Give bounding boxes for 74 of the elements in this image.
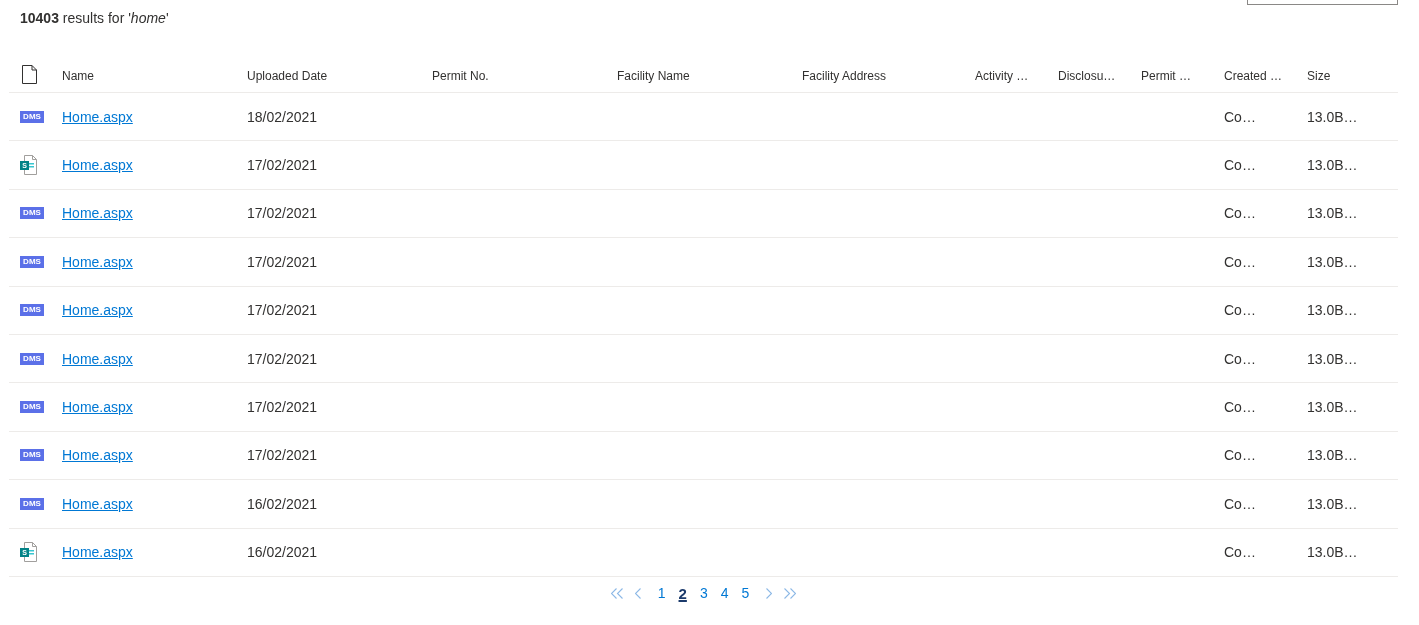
uploaded-date-cell: 18/02/2021: [247, 108, 318, 125]
column-header[interactable]: Activity …: [975, 68, 1029, 83]
dms-file-icon: DMS: [20, 255, 44, 268]
previous-page-button[interactable]: [634, 588, 641, 600]
page-number-button[interactable]: 1: [655, 583, 668, 605]
size-cell: 13.0B…: [1307, 399, 1358, 416]
file-name-link[interactable]: Home.aspx: [62, 350, 133, 367]
column-header[interactable]: Permit …: [1141, 68, 1191, 83]
input-field[interactable]: [1247, 0, 1398, 5]
column-header[interactable]: Facility Address: [802, 68, 887, 83]
next-page-button[interactable]: [766, 588, 773, 600]
file-name-link[interactable]: Home.aspx: [62, 205, 133, 222]
column-header[interactable]: Name: [62, 68, 94, 83]
created-cell: Co…: [1224, 447, 1256, 464]
file-name-link[interactable]: Home.aspx: [62, 495, 133, 512]
uploaded-date-cell: 17/02/2021: [247, 302, 318, 319]
created-cell: Co…: [1224, 399, 1256, 416]
created-cell: Co…: [1224, 157, 1256, 174]
dms-file-icon: DMS: [20, 352, 44, 365]
created-cell: Co…: [1224, 108, 1256, 125]
size-cell: 13.0B…: [1307, 108, 1358, 125]
chevron-left-icon: [634, 588, 641, 600]
first-page-button[interactable]: [610, 588, 623, 600]
results-heading: 10403 results for 'home': [20, 9, 169, 27]
uploaded-date-cell: 17/02/2021: [247, 399, 318, 416]
uploaded-date-cell: 17/02/2021: [247, 205, 318, 222]
uploaded-date-cell: 16/02/2021: [247, 544, 318, 561]
dms-file-icon: DMS: [20, 110, 44, 123]
size-cell: 13.0B…: [1307, 205, 1358, 222]
dms-file-icon: DMS: [20, 304, 44, 317]
uploaded-date-cell: 16/02/2021: [247, 495, 318, 512]
chevron-right-icon: [766, 588, 773, 600]
column-header[interactable]: Facility Name: [617, 68, 690, 83]
created-cell: Co…: [1224, 205, 1256, 222]
page-number-button[interactable]: 5: [739, 583, 752, 605]
page-number-button[interactable]: 2: [676, 582, 689, 606]
file-name-link[interactable]: Home.aspx: [62, 157, 133, 174]
column-header[interactable]: Size: [1307, 68, 1331, 83]
double-chevron-left-icon: [610, 588, 623, 600]
size-cell: 13.0B…: [1307, 302, 1358, 319]
column-header[interactable]: Uploaded Date: [247, 68, 328, 83]
dms-file-icon: DMS: [20, 497, 44, 510]
size-cell: 13.0B…: [1307, 253, 1358, 270]
dms-file-icon: DMS: [20, 207, 44, 220]
uploaded-date-cell: 17/02/2021: [247, 350, 318, 367]
last-page-button[interactable]: [784, 588, 797, 600]
file-name-link[interactable]: Home.aspx: [62, 302, 133, 319]
created-cell: Co…: [1224, 350, 1256, 367]
double-chevron-right-icon: [784, 588, 797, 600]
file-name-link[interactable]: Home.aspx: [62, 253, 133, 270]
uploaded-date-cell: 17/02/2021: [247, 157, 318, 174]
size-cell: 13.0B…: [1307, 350, 1358, 367]
size-cell: 13.0B…: [1307, 544, 1358, 561]
file-name-link[interactable]: Home.aspx: [62, 447, 133, 464]
size-cell: 13.0B…: [1307, 157, 1358, 174]
dms-file-icon: DMS: [20, 401, 44, 414]
size-cell: 13.0B…: [1307, 447, 1358, 464]
uploaded-date-cell: 17/02/2021: [247, 447, 318, 464]
column-header[interactable]: Permit No.: [432, 68, 489, 83]
file-icon: [22, 65, 37, 84]
file-name-link[interactable]: Home.aspx: [62, 108, 133, 125]
created-cell: Co…: [1224, 544, 1256, 561]
size-cell: 13.0B…: [1307, 495, 1358, 512]
uploaded-date-cell: 17/02/2021: [247, 253, 318, 270]
file-name-link[interactable]: Home.aspx: [62, 544, 133, 561]
file-name-link[interactable]: Home.aspx: [62, 399, 133, 416]
created-cell: Co…: [1224, 302, 1256, 319]
column-header[interactable]: Disclosu…: [1058, 68, 1116, 83]
created-cell: Co…: [1224, 253, 1256, 270]
column-header[interactable]: Created …: [1224, 68, 1283, 83]
created-cell: Co…: [1224, 495, 1256, 512]
page-number-button[interactable]: 4: [718, 583, 731, 605]
dms-file-icon: DMS: [20, 449, 44, 462]
page-number-button[interactable]: 3: [697, 583, 710, 605]
